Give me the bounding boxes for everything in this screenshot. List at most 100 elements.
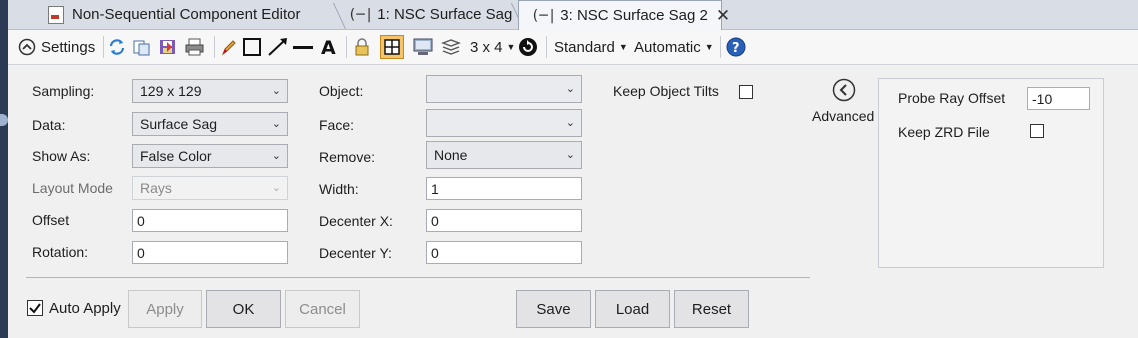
rotation-input[interactable]: 0 <box>132 241 288 264</box>
remove-value: None <box>434 147 468 163</box>
side-handle[interactable] <box>0 114 8 126</box>
sampling-select[interactable]: 129 x 129 ⌄ <box>132 79 288 103</box>
window-icon <box>413 38 433 55</box>
help-icon: ? <box>726 37 746 57</box>
arrow-line-tool[interactable] <box>267 30 289 64</box>
width-input[interactable]: 1 <box>426 177 582 200</box>
remove-label: Remove: <box>319 149 376 165</box>
pencil-tool[interactable] <box>220 30 238 64</box>
text-icon: A <box>321 37 336 57</box>
lock-icon <box>355 38 369 56</box>
width-label: Width: <box>319 181 359 197</box>
reset-zoom-button[interactable] <box>518 30 538 64</box>
reset-button[interactable]: Reset <box>674 290 749 328</box>
arrow-line-icon <box>268 38 287 56</box>
chevron-left-circle-icon <box>832 78 856 102</box>
refresh-button[interactable] <box>108 30 126 64</box>
show-as-select[interactable]: False Color ⌄ <box>132 144 288 168</box>
grid-layout-button[interactable] <box>380 30 404 64</box>
sampling-value: 129 x 129 <box>140 83 202 99</box>
rectangle-icon <box>243 38 261 56</box>
offset-input[interactable]: 0 <box>132 209 288 232</box>
lock-button[interactable] <box>354 30 370 64</box>
layout-dropdown[interactable]: 3 x 4 ▼ <box>470 30 515 64</box>
chevron-down-icon: ⌄ <box>271 182 281 194</box>
help-button[interactable]: ? <box>726 30 746 64</box>
refresh-icon <box>109 39 125 55</box>
rotation-label: Rotation: <box>32 244 89 260</box>
toolbar: Settings A 3 x 4 ▼ Standard ▼ Automatic … <box>8 30 1138 65</box>
save-button[interactable]: Save <box>516 290 591 328</box>
save-image-button[interactable] <box>158 30 178 64</box>
surface-sag-icon: (─| <box>531 7 557 24</box>
left-side-strip <box>0 0 8 338</box>
advanced-label: Advanced <box>812 108 875 124</box>
auto-apply-checkbox[interactable] <box>27 300 43 316</box>
chevron-down-icon: ⌄ <box>271 118 281 130</box>
reset-zoom-icon <box>519 38 537 56</box>
tab-label: 3: NSC Surface Sag 2 <box>560 7 708 24</box>
print-button[interactable] <box>184 30 206 64</box>
chevron-down-icon: ⌄ <box>565 117 575 129</box>
standard-dropdown[interactable]: Standard ▼ <box>554 30 628 64</box>
collapse-icon <box>18 38 36 56</box>
surface-sag-icon: (─| <box>348 6 374 23</box>
chevron-down-icon: ⌄ <box>271 150 281 162</box>
line-tool[interactable] <box>292 30 314 64</box>
layers-button[interactable] <box>440 30 462 64</box>
tab-nsc-surface-sag[interactable]: (─| 1: NSC Surface Sag <box>336 0 525 29</box>
svg-text:?: ? <box>732 41 740 56</box>
remove-select[interactable]: None ⌄ <box>426 141 582 169</box>
apply-button[interactable]: Apply <box>128 290 202 328</box>
text-tool[interactable]: A <box>319 30 339 64</box>
face-label: Face: <box>319 117 355 133</box>
ok-button[interactable]: OK <box>206 290 281 328</box>
svg-text:A: A <box>321 37 336 57</box>
checkmark-icon <box>29 303 41 314</box>
probe-ray-offset-input[interactable]: -10 <box>1027 87 1090 110</box>
keep-object-tilts-label: Keep Object Tilts <box>613 83 719 99</box>
face-select[interactable]: ⌄ <box>426 109 582 137</box>
layout-label: 3 x 4 <box>470 38 503 56</box>
data-value: Surface Sag <box>140 116 218 132</box>
data-select[interactable]: Surface Sag ⌄ <box>132 112 288 136</box>
show-as-value: False Color <box>140 148 212 164</box>
decenter-x-input[interactable]: 0 <box>426 209 582 232</box>
grid-icon <box>380 35 404 59</box>
pencil-icon <box>221 40 236 56</box>
keep-zrd-file-checkbox[interactable] <box>1030 124 1044 138</box>
copy-icon <box>133 40 150 56</box>
auto-apply-label: Auto Apply <box>49 300 121 317</box>
cancel-button[interactable]: Cancel <box>285 290 360 328</box>
load-button[interactable]: Load <box>595 290 670 328</box>
tab-component-editor[interactable]: Non-Sequential Component Editor <box>34 0 347 29</box>
keep-object-tilts-checkbox[interactable] <box>739 85 753 99</box>
data-label: Data: <box>32 117 66 133</box>
advanced-toggle-button[interactable] <box>832 78 856 105</box>
keep-zrd-file-label: Keep ZRD File <box>898 124 990 140</box>
layers-icon <box>441 39 461 55</box>
chevron-down-icon: ⌄ <box>271 85 281 97</box>
automatic-label: Automatic <box>634 38 701 56</box>
decenter-x-label: Decenter X: <box>319 213 393 229</box>
standard-label: Standard <box>554 38 615 56</box>
divider <box>26 277 810 278</box>
probe-ray-offset-label: Probe Ray Offset <box>898 90 1006 106</box>
line-icon <box>293 46 313 49</box>
show-as-label: Show As: <box>32 148 91 164</box>
object-select[interactable]: ⌄ <box>426 75 582 103</box>
automatic-dropdown[interactable]: Automatic ▼ <box>634 30 714 64</box>
chevron-down-icon: ▼ <box>506 42 516 52</box>
close-icon[interactable]: ✕ <box>716 6 730 26</box>
window-button[interactable] <box>412 30 434 64</box>
settings-button[interactable]: Settings <box>18 30 95 64</box>
tab-nsc-surface-sag-2[interactable]: (─| 3: NSC Surface Sag 2 ✕ <box>518 0 730 30</box>
chevron-down-icon: ⌄ <box>565 149 575 161</box>
offset-label: Offset <box>32 212 70 228</box>
copy-button[interactable] <box>132 30 152 64</box>
layout-mode-select: Rays ⌄ <box>132 176 288 200</box>
tab-label: Non-Sequential Component Editor <box>72 6 301 23</box>
decenter-y-input[interactable]: 0 <box>426 241 582 264</box>
rectangle-tool[interactable] <box>242 30 262 64</box>
layout-mode-value: Rays <box>140 180 172 196</box>
